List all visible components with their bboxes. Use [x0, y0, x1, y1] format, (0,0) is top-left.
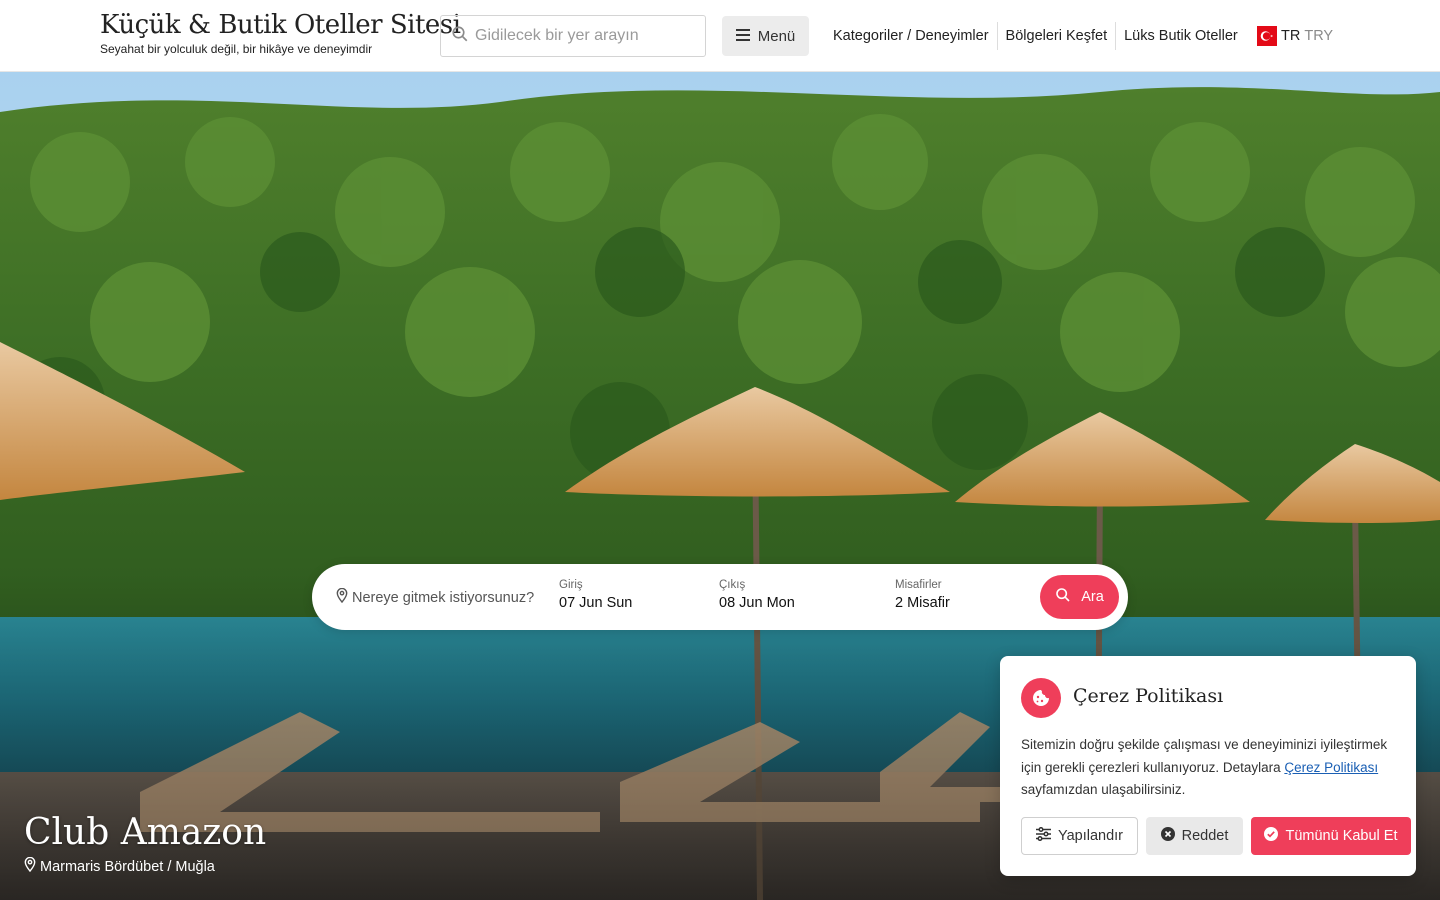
reject-label: Reddet — [1181, 828, 1229, 844]
search-button[interactable]: Ara — [1040, 575, 1119, 619]
checkout-label: Çıkış — [719, 579, 746, 591]
header-search-input[interactable] — [475, 27, 695, 45]
check-circle-icon — [1264, 827, 1279, 845]
destination-placeholder: Nereye gitmek istiyorsunuz? — [352, 589, 535, 606]
accept-all-button[interactable]: Tümünü Kabul Et — [1251, 817, 1411, 855]
checkin-label: Giriş — [559, 579, 583, 591]
currency-code: TRY — [1304, 28, 1334, 44]
guests-value: 2 Misafir — [895, 595, 950, 611]
guests-label: Misafirler — [895, 579, 942, 591]
configure-button[interactable]: Yapılandır — [1021, 817, 1138, 855]
main-nav: Kategoriler / Deneyimler Bölgeleri Keşfe… — [825, 22, 1246, 50]
hotel-location: Marmaris Bördübet / Muğla — [24, 856, 215, 876]
language-code: TR — [1281, 28, 1301, 44]
reject-button[interactable]: Reddet — [1146, 817, 1243, 855]
cookie-policy-link[interactable]: Çerez Politikası — [1284, 760, 1378, 775]
sliders-icon — [1035, 826, 1051, 845]
checkin-field[interactable]: Giriş 07 Jun Sun — [559, 579, 632, 611]
site-logo[interactable]: Küçük & Butik Oteller Sitesi Seyahat bir… — [100, 10, 461, 56]
site-header: Küçük & Butik Oteller Sitesi Seyahat bir… — [0, 0, 1440, 72]
logo-title[interactable]: Küçük & Butik Oteller Sitesi — [100, 10, 461, 40]
checkout-value: 08 Jun Mon — [719, 595, 795, 611]
menu-button[interactable]: Menü — [722, 16, 809, 56]
hotel-location-text: Marmaris Bördübet / Muğla — [40, 858, 215, 875]
locale-switcher[interactable]: TR TRY — [1257, 26, 1333, 46]
accept-all-label: Tümünü Kabul Et — [1285, 828, 1398, 844]
configure-label: Yapılandır — [1057, 828, 1124, 844]
nav-categories[interactable]: Kategoriler / Deneyimler — [825, 22, 998, 50]
checkout-field[interactable]: Çıkış 08 Jun Mon — [719, 579, 795, 611]
header-search[interactable] — [440, 15, 706, 57]
logo-subtitle: Seyahat bir yolculuk değil, bir hikâye v… — [100, 42, 373, 56]
hotel-name: Club Amazon — [24, 812, 267, 853]
search-icon — [1055, 587, 1071, 607]
close-circle-icon — [1160, 827, 1175, 845]
menu-label: Menü — [757, 27, 796, 45]
search-button-label: Ara — [1081, 589, 1104, 605]
cookie-icon — [1021, 678, 1061, 718]
cookie-consent-card: Çerez Politikası Sitemizin doğru şekilde… — [1000, 656, 1416, 876]
destination-field[interactable]: Nereye gitmek istiyorsunuz? — [336, 587, 535, 607]
guests-field[interactable]: Misafirler 2 Misafir — [895, 579, 950, 611]
checkin-value: 07 Jun Sun — [559, 595, 633, 611]
nav-regions[interactable]: Bölgeleri Keşfet — [998, 22, 1117, 50]
nav-luxury[interactable]: Lüks Butik Oteller — [1116, 22, 1246, 50]
location-pin-icon — [336, 587, 348, 607]
location-pin-icon — [24, 856, 36, 876]
hamburger-icon — [735, 28, 750, 45]
search-icon — [451, 25, 469, 48]
cookie-text: Sitemizin doğru şekilde çalışması ve den… — [1021, 734, 1397, 802]
turkey-flag-icon — [1257, 26, 1277, 46]
cookie-text-end: sayfamızdan ulaşabilirsiniz. — [1021, 782, 1186, 797]
cookie-title: Çerez Politikası — [1073, 685, 1224, 707]
booking-search-bar: Nereye gitmek istiyorsunuz? Giriş 07 Jun… — [312, 564, 1128, 630]
